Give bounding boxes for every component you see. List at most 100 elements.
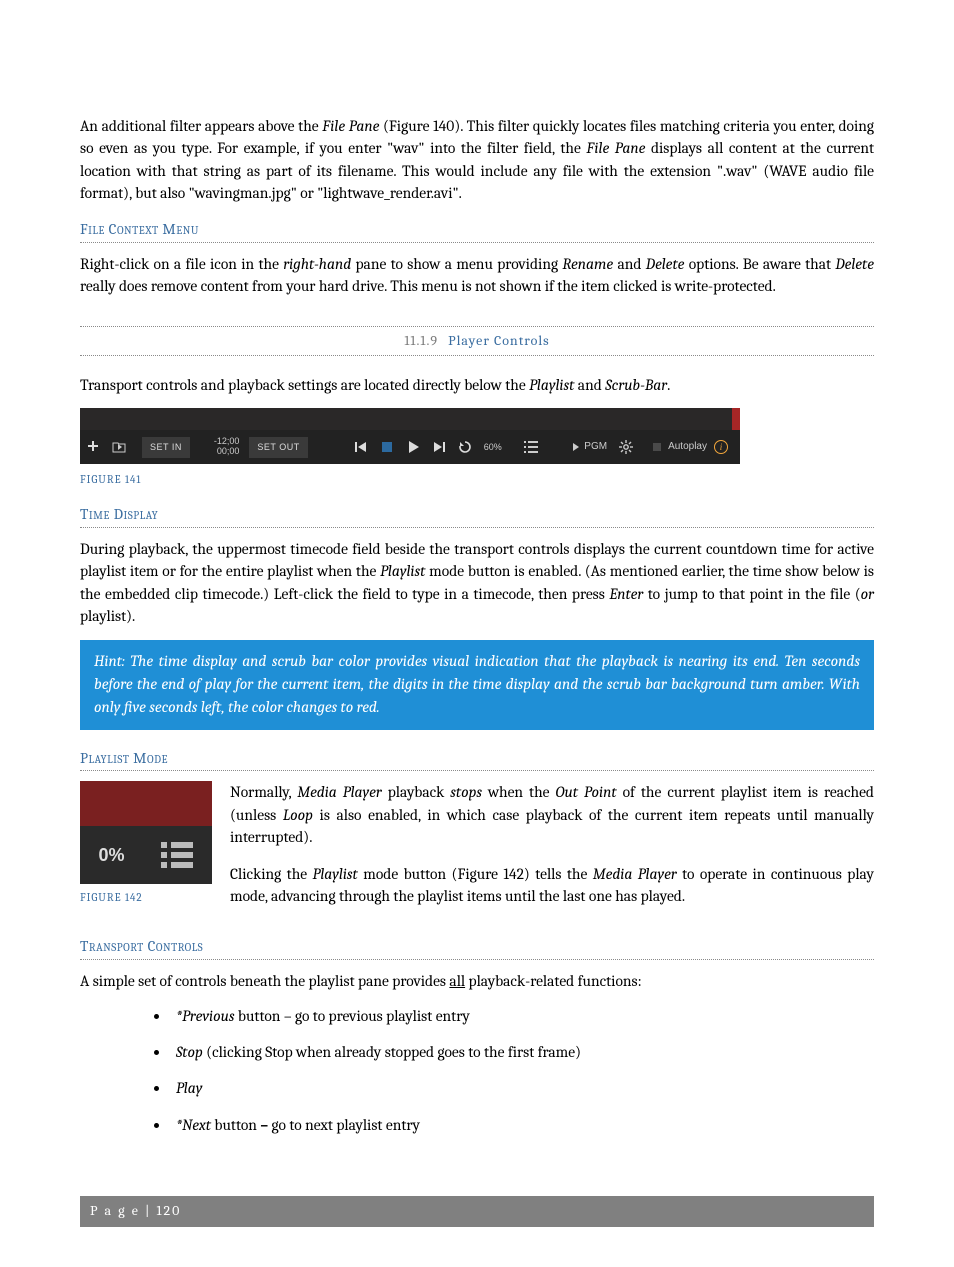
- text: playback-related functions:: [465, 972, 642, 990]
- text: and: [613, 255, 646, 273]
- text: .: [667, 376, 670, 394]
- text-italic: Rename: [562, 255, 613, 273]
- autoplay-label: Autoplay: [668, 440, 707, 455]
- text: options. Be aware that: [684, 255, 835, 273]
- figure-142-column: 0% FIGURE 142: [80, 781, 212, 922]
- pgm-button[interactable]: PGM: [566, 430, 613, 464]
- previous-button[interactable]: [348, 430, 374, 464]
- playlist-paragraph-1: Normally, Media Player playback stops wh…: [230, 781, 874, 848]
- checkbox-icon: [653, 443, 661, 451]
- figure-141: SET IN -12;00 00;00 SET OUT: [80, 408, 740, 464]
- folder-arrow-icon: [112, 440, 126, 454]
- figure-141-caption: FIGURE 141: [80, 472, 874, 488]
- set-in-button[interactable]: SET IN: [142, 437, 190, 458]
- list-item: Play: [170, 1077, 874, 1099]
- text: A simple set of controls beneath the pla…: [80, 972, 449, 990]
- text-bold: –: [260, 1116, 268, 1134]
- text: pane to show a menu providing: [351, 255, 562, 273]
- text: playlist).: [80, 607, 135, 625]
- text-italic: File Pane: [322, 117, 379, 135]
- text-italic: Playlist: [313, 865, 358, 883]
- text: An additional filter appears above the: [80, 117, 322, 135]
- add-media-button[interactable]: [106, 430, 132, 464]
- section-number: 11.1.9: [404, 332, 438, 349]
- plus-icon: [86, 440, 100, 454]
- playlist-icon[interactable]: [161, 842, 193, 868]
- text-italic: Playlist: [529, 376, 574, 394]
- speed-display[interactable]: 60%: [478, 430, 508, 464]
- transport-intro: Transport controls and playback settings…: [80, 374, 874, 396]
- add-button[interactable]: [80, 430, 106, 464]
- text: Transport controls and playback settings…: [80, 376, 529, 394]
- next-icon: [432, 440, 446, 454]
- fig142-controls: 0%: [80, 826, 212, 884]
- playlist-icon: [524, 440, 538, 454]
- loop-button[interactable]: [452, 430, 478, 464]
- loop-icon: [458, 440, 472, 454]
- text: mode button (Figure 142) tells the: [358, 865, 593, 883]
- play-small-icon: [572, 443, 580, 451]
- text: Normally,: [230, 783, 297, 801]
- transport-controls-list: *Previous button – go to previous playli…: [80, 1005, 874, 1137]
- previous-icon: [354, 440, 368, 454]
- text-italic: right-hand: [283, 255, 351, 273]
- scrub-remaining: [732, 408, 740, 430]
- next-button[interactable]: [426, 430, 452, 464]
- list-item: *Previous button – go to previous playli…: [170, 1005, 874, 1027]
- page: An additional filter appears above the F…: [0, 0, 954, 1267]
- text: to jump to that point in the file (: [643, 585, 860, 603]
- hint-box: Hint: The time display and scrub bar col…: [80, 640, 874, 730]
- time-display-paragraph: During playback, the uppermost timecode …: [80, 538, 874, 628]
- text-italic: Delete: [646, 255, 685, 273]
- player-controls-row: SET IN -12;00 00;00 SET OUT: [80, 430, 740, 464]
- section-title: Player Controls: [448, 332, 550, 349]
- scrub-bar[interactable]: [80, 408, 740, 430]
- text: Clicking the: [230, 865, 313, 883]
- text-italic: Out Point: [555, 783, 616, 801]
- figure-142: 0%: [80, 781, 212, 884]
- list-item: *Next button – go to next playlist entry: [170, 1114, 874, 1136]
- text: Right-click on a file icon in the: [80, 255, 283, 273]
- text-italic: Loop: [283, 806, 313, 824]
- info-icon[interactable]: i: [714, 440, 728, 454]
- text-italic: stops: [450, 783, 482, 801]
- text-italic: File Pane: [586, 139, 645, 157]
- text-italic: Play: [176, 1079, 202, 1097]
- playlist-mode-button[interactable]: [518, 430, 544, 464]
- text: button – go to previous playlist entry: [234, 1007, 469, 1025]
- text-italic: Media Player: [593, 865, 677, 883]
- text-italic: Delete: [835, 255, 874, 273]
- playlist-paragraph-2: Clicking the Playlist mode button (Figur…: [230, 863, 874, 908]
- speed-percent[interactable]: 0%: [98, 842, 124, 868]
- clip-timecode: 00;00: [214, 447, 240, 457]
- heading-transport-controls: Transport Controls: [80, 936, 874, 960]
- heading-playlist-mode: Playlist Mode: [80, 748, 874, 772]
- play-icon: [406, 440, 420, 454]
- text: when the: [482, 783, 556, 801]
- figure-142-caption: FIGURE 142: [80, 890, 212, 906]
- text-italic: or: [861, 585, 874, 603]
- file-context-paragraph: Right-click on a file icon in the right-…: [80, 253, 874, 298]
- text-italic: Media Player: [297, 783, 382, 801]
- play-button[interactable]: [400, 430, 426, 464]
- heading-file-context-menu: File Context Menu: [80, 219, 874, 243]
- intro-paragraph: An additional filter appears above the F…: [80, 115, 874, 205]
- text-italic: Playlist: [380, 562, 425, 580]
- autoplay-toggle[interactable]: Autoplay i: [647, 430, 734, 464]
- stop-button[interactable]: [374, 430, 400, 464]
- text: playback: [382, 783, 451, 801]
- text-italic: Scrub-Bar: [605, 376, 667, 394]
- text: really does remove content from your har…: [80, 277, 776, 295]
- settings-button[interactable]: [613, 430, 639, 464]
- stop-icon: [380, 440, 394, 454]
- section-heading: 11.1.9 Player Controls: [80, 326, 874, 356]
- fig142-top: [80, 781, 212, 826]
- scrub-played: [80, 408, 732, 430]
- text: is also enabled, in which case playback …: [230, 806, 874, 846]
- text-italic: Stop: [176, 1043, 203, 1061]
- set-out-button[interactable]: SET OUT: [249, 437, 307, 458]
- time-display[interactable]: -12;00 00;00: [210, 437, 244, 457]
- page-footer: P a g e | 120: [80, 1196, 874, 1226]
- text-italic: *Previous: [176, 1007, 234, 1025]
- text: (clicking Stop when already stopped goes…: [203, 1043, 581, 1061]
